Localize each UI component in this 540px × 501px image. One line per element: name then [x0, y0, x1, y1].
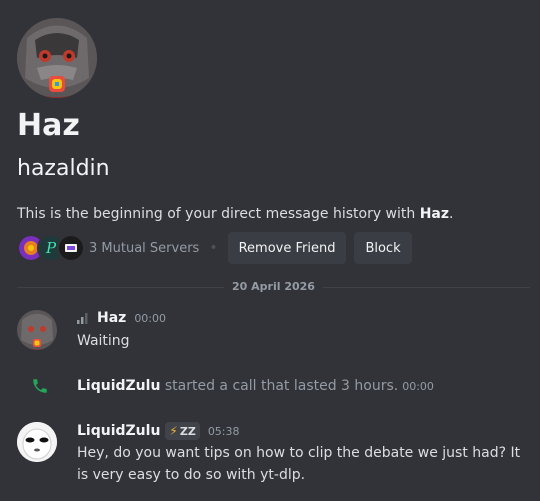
remove-friend-button[interactable]: Remove Friend	[227, 232, 347, 264]
message-content: Waiting	[77, 333, 130, 349]
intro-suffix: .	[449, 206, 454, 222]
system-call-message: LiquidZulu started a call that lasted 3 …	[77, 376, 434, 397]
intro-name: Haz	[419, 206, 450, 222]
message-timestamp: 00:00	[134, 311, 167, 325]
system-author[interactable]: LiquidZulu	[77, 378, 160, 394]
avatar[interactable]	[17, 422, 57, 462]
svg-text:P: P	[45, 239, 57, 257]
system-timestamp: 00:00	[402, 380, 434, 393]
mutual-servers-count[interactable]: 3 Mutual Servers	[89, 241, 199, 256]
avatar[interactable]	[17, 310, 57, 350]
lightning-icon: ⚡	[169, 424, 178, 438]
message-author[interactable]: LiquidZulu	[77, 423, 160, 439]
phone-icon	[33, 379, 47, 393]
username: hazaldin	[17, 156, 110, 181]
message-author[interactable]: Haz	[97, 310, 126, 326]
dm-intro-text: This is the beginning of your direct mes…	[17, 204, 453, 224]
server-tag[interactable]: ⚡ ZZ	[165, 422, 200, 440]
signal-bars-icon	[77, 313, 88, 324]
mutual-servers-row: P 3 Mutual Servers • Remove Friend Block	[17, 232, 412, 264]
separator-dot: •	[209, 240, 218, 256]
server-tag-text: ZZ	[179, 424, 196, 438]
server-icon	[57, 234, 85, 262]
message-content: Hey, do you want tips on how to clip the…	[77, 445, 521, 483]
message-header: LiquidZulu ⚡ ZZ 05:38	[77, 422, 240, 440]
profile-avatar[interactable]	[17, 18, 97, 98]
system-text: started a call that lasted 3 hours.	[160, 378, 399, 394]
message-timestamp: 05:38	[207, 424, 240, 438]
block-button[interactable]: Block	[354, 232, 412, 264]
message-header: Haz 00:00	[77, 310, 166, 326]
display-name: Haz	[17, 108, 80, 143]
mutual-server-icons[interactable]: P	[17, 234, 85, 262]
intro-prefix: This is the beginning of your direct mes…	[17, 206, 420, 222]
date-divider: 20 April 2026	[224, 279, 323, 295]
